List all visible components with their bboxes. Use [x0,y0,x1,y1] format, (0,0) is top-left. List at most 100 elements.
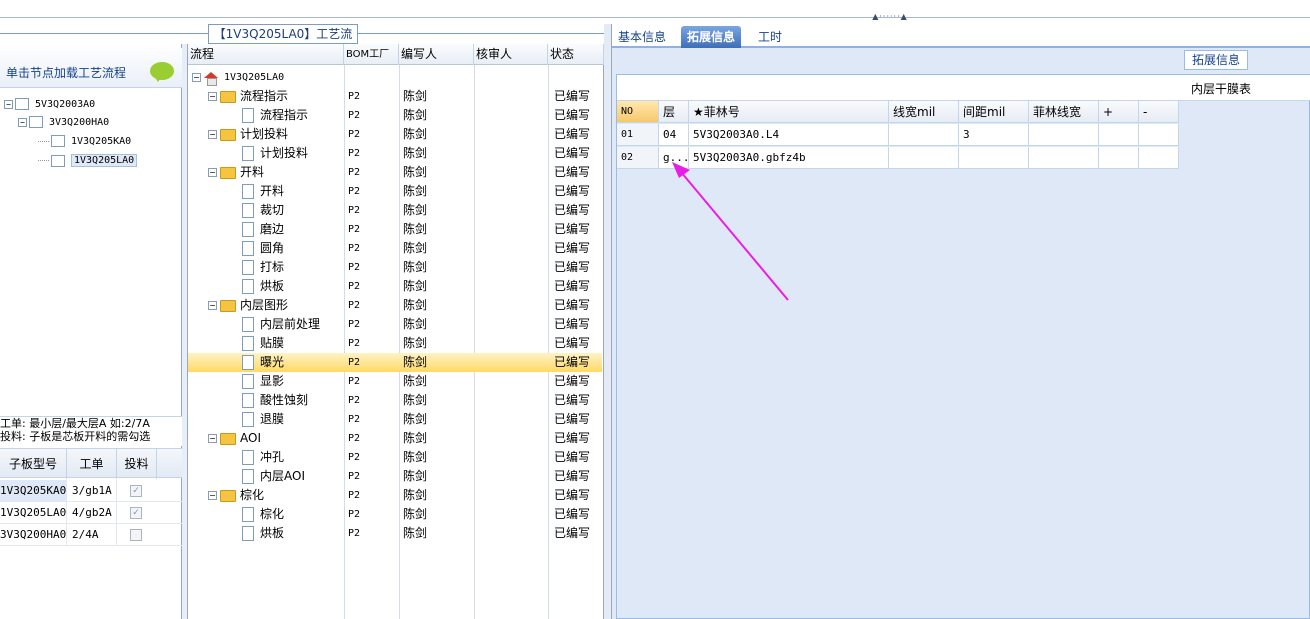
grid-cell[interactable] [1099,124,1139,146]
feed-checkbox[interactable]: ✓ [130,485,142,497]
grid-col-header[interactable]: 线宽mil [889,101,959,123]
process-row[interactable]: 流程指示 P2 陈剑 已编写 [188,106,602,125]
col-header-model[interactable]: 子板型号 [0,449,67,479]
process-name: 贴膜 [260,336,285,350]
sub-board-order[interactable]: 2/4A [67,524,117,546]
process-row[interactable]: 打标 P2 陈剑 已编写 [188,258,602,277]
grid-col-header[interactable]: 层 [659,101,689,123]
collapse-icon[interactable]: − [208,130,217,139]
process-row[interactable]: − 棕化 P2 陈剑 已编写 [188,486,602,505]
col-header-writer[interactable]: 编写人 [399,44,474,65]
process-row[interactable]: 烘板 P2 陈剑 已编写 [188,524,602,543]
feed-checkbox[interactable]: ✓ [130,507,142,519]
grid-cell[interactable]: 04 [659,124,689,146]
process-bom: P2 [348,357,361,368]
board-tree-node[interactable]: − 3V3Q200HA0 [18,116,109,128]
grid-cell[interactable] [1099,147,1139,169]
sub-board-row[interactable]: 1V3Q205KA0 3/gb1A ✓ [0,480,182,502]
speech-bubble-icon[interactable] [150,62,174,82]
extended-info-panel: 内层干膜表 NO 层 ★菲林号 线宽mil 间距mil 菲林线宽 + - 01 04 5V3Q200… [612,50,1310,619]
process-row[interactable]: 内层AOI P2 陈剑 已编写 [188,467,602,486]
collapse-icon[interactable]: − [208,92,217,101]
col-header-bom[interactable]: BOM工厂 [344,44,399,65]
col-header-order[interactable]: 工单 [67,449,117,479]
collapse-icon[interactable]: − [4,99,13,109]
sub-board-row[interactable]: 1V3Q205LA0 4/gb2A ✓ [0,502,182,524]
grid-cell[interactable] [889,147,959,169]
board-tree-node[interactable]: 1V3Q205LA0 [38,154,138,167]
grid-cell[interactable] [1139,147,1179,169]
grid-cell[interactable] [1139,124,1179,146]
right-splitter[interactable] [604,24,612,619]
grid-col-header[interactable]: NO [617,101,659,123]
process-row[interactable]: 退膜 P2 陈剑 已编写 [188,410,602,429]
grid-col-header[interactable]: 菲林线宽 [1029,101,1099,123]
process-row[interactable]: 裁切 P2 陈剑 已编写 [188,201,602,220]
collapse-icon[interactable]: − [208,301,217,310]
sub-board-order[interactable]: 4/gb2A [67,502,117,524]
process-row[interactable]: 磨边 P2 陈剑 已编写 [188,220,602,239]
grid-col-header[interactable]: ★菲林号 [689,101,889,123]
tree-root-row[interactable]: − 1V3Q205LA0 [188,68,602,87]
board-tree-node[interactable]: − 5V3Q2003A0 [4,98,95,110]
process-name: 流程指示 [240,89,289,103]
col-header-process[interactable]: 流程 [188,44,344,65]
collapse-icon[interactable]: − [18,117,27,127]
process-name: 冲孔 [260,450,285,464]
grid-cell[interactable] [1029,147,1099,169]
top-bar: ▲······▲ [0,0,1310,21]
process-row[interactable]: − 流程指示 P2 陈剑 已编写 [188,87,602,106]
tab-extended-info[interactable]: 拓展信息 [681,26,742,48]
process-row[interactable]: 计划投料 P2 陈剑 已编写 [188,144,602,163]
grid-col-header[interactable]: - [1139,101,1179,123]
process-row[interactable]: 圆角 P2 陈剑 已编写 [188,239,602,258]
collapse-icon[interactable]: − [192,73,201,82]
process-row[interactable]: − 内层图形 P2 陈剑 已编写 [188,296,602,315]
grid-col-header[interactable]: 间距mil [959,101,1029,123]
process-row[interactable]: 开料 P2 陈剑 已编写 [188,182,602,201]
grid-cell[interactable]: 5V3Q2003A0.L4 [689,124,889,146]
process-row[interactable]: 酸性蚀刻 P2 陈剑 已编写 [188,391,602,410]
grid-cell[interactable]: 3 [959,124,1029,146]
order-note-line1: 工单: 最小层/最大层A 如:2/7A [0,417,150,430]
sub-board-order[interactable]: 3/gb1A [67,480,117,502]
process-row[interactable]: 贴膜 P2 陈剑 已编写 [188,334,602,353]
tree-connector [38,140,49,142]
col-header-feed[interactable]: 投料 [117,449,157,479]
grid-cell[interactable] [959,147,1029,169]
sub-board-row[interactable]: 3V3Q200HA0 2/4A [0,524,182,546]
process-row[interactable]: 棕化 P2 陈剑 已编写 [188,505,602,524]
process-status: 已编写 [554,336,591,350]
process-row[interactable]: − 计划投料 P2 陈剑 已编写 [188,125,602,144]
process-status: 已编写 [554,469,591,483]
tab-basic-info[interactable]: 基本信息 [612,26,672,48]
col-header-status[interactable]: 状态 [548,44,604,65]
process-row[interactable]: − AOI P2 陈剑 已编写 [188,429,602,448]
process-row[interactable]: − 开料 P2 陈剑 已编写 [188,163,602,182]
document-icon [242,146,254,161]
process-status: 已编写 [554,298,591,312]
document-icon [242,203,254,218]
grid-col-header[interactable]: + [1099,101,1139,123]
process-row[interactable]: 冲孔 P2 陈剑 已编写 [188,448,602,467]
process-row[interactable]: 内层前处理 P2 陈剑 已编写 [188,315,602,334]
tab-work-hours[interactable]: 工时 [752,26,788,48]
grid-cell[interactable]: g... [659,147,689,169]
process-row[interactable]: 曝光 P2 陈剑 已编写 [188,353,602,372]
collapse-icon[interactable]: − [208,168,217,177]
grid-cell[interactable]: 5V3Q2003A0.gbfz4b [689,147,889,169]
grid-cell[interactable] [889,124,959,146]
process-name: 开料 [240,165,265,179]
sub-board-model: 1V3Q205KA0 [0,480,67,502]
collapse-icon[interactable]: − [208,434,217,443]
process-status: 已编写 [554,165,591,179]
feed-checkbox[interactable] [130,529,142,541]
col-header-reviewer[interactable]: 核审人 [474,44,548,65]
board-tree-node[interactable]: 1V3Q205KA0 [38,135,131,147]
process-status: 已编写 [554,222,591,236]
process-row[interactable]: 烘板 P2 陈剑 已编写 [188,277,602,296]
splitter-grip-icon[interactable]: ▲······▲ [860,13,920,21]
grid-cell[interactable] [1029,124,1099,146]
process-row[interactable]: 显影 P2 陈剑 已编写 [188,372,602,391]
collapse-icon[interactable]: − [208,491,217,500]
